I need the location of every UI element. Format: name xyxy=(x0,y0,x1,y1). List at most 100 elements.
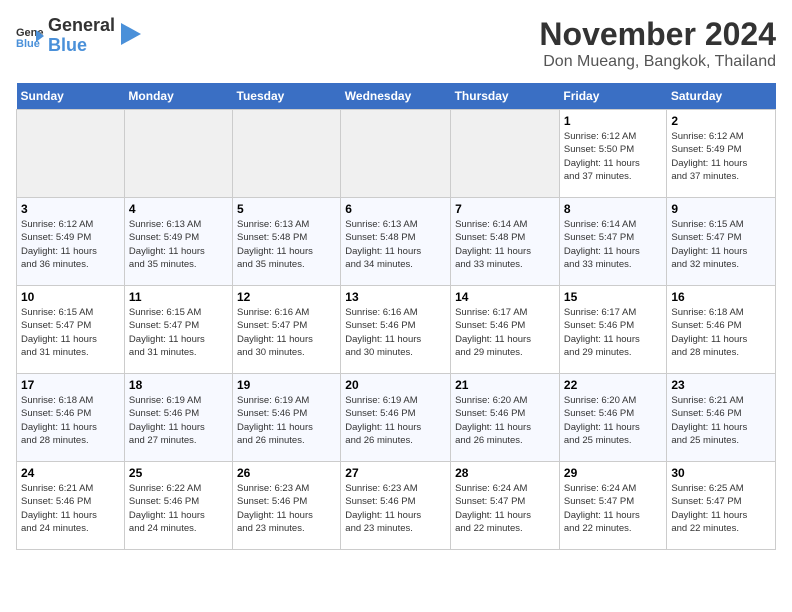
day-number: 19 xyxy=(237,378,336,392)
day-number: 20 xyxy=(345,378,446,392)
weekday-header-friday: Friday xyxy=(559,83,666,110)
calendar-cell xyxy=(17,110,125,198)
day-info: Sunrise: 6:15 AM Sunset: 5:47 PM Dayligh… xyxy=(129,306,228,359)
calendar-week-4: 17 Sunrise: 6:18 AM Sunset: 5:46 PM Dayli… xyxy=(17,374,776,462)
weekday-header-tuesday: Tuesday xyxy=(233,83,341,110)
day-number: 6 xyxy=(345,202,446,216)
calendar-cell: 20 Sunrise: 6:19 AM Sunset: 5:46 PM Dayli… xyxy=(341,374,451,462)
calendar-week-3: 10Sunrise: 6:15 AM Sunset: 5:47 PM Dayli… xyxy=(17,286,776,374)
calendar-week-1: 1 Sunrise: 6:12 AM Sunset: 5:50 PM Daylig… xyxy=(17,110,776,198)
day-info: Sunrise: 6:24 AM Sunset: 5:47 PM Dayligh… xyxy=(564,482,662,535)
day-info: Sunrise: 6:23 AM Sunset: 5:46 PM Dayligh… xyxy=(345,482,446,535)
day-info: Sunrise: 6:15 AM Sunset: 5:47 PM Dayligh… xyxy=(21,306,120,359)
day-info: Sunrise: 6:12 AM Sunset: 5:49 PM Dayligh… xyxy=(21,218,120,271)
day-number: 17 xyxy=(21,378,120,392)
calendar-cell: 14 Sunrise: 6:17 AM Sunset: 5:46 PM Dayli… xyxy=(451,286,560,374)
day-info: Sunrise: 6:20 AM Sunset: 5:46 PM Dayligh… xyxy=(455,394,555,447)
day-number: 8 xyxy=(564,202,662,216)
calendar-cell: 17 Sunrise: 6:18 AM Sunset: 5:46 PM Dayli… xyxy=(17,374,125,462)
logo: General Blue General Blue xyxy=(16,16,141,56)
day-number: 18 xyxy=(129,378,228,392)
day-number: 22 xyxy=(564,378,662,392)
calendar-cell: 15 Sunrise: 6:17 AM Sunset: 5:46 PM Dayli… xyxy=(559,286,666,374)
day-info: Sunrise: 6:19 AM Sunset: 5:46 PM Dayligh… xyxy=(237,394,336,447)
day-info: Sunrise: 6:20 AM Sunset: 5:46 PM Dayligh… xyxy=(564,394,662,447)
day-info: Sunrise: 6:24 AM Sunset: 5:47 PM Dayligh… xyxy=(455,482,555,535)
day-number: 14 xyxy=(455,290,555,304)
weekday-header-saturday: Saturday xyxy=(667,83,776,110)
day-info: Sunrise: 6:17 AM Sunset: 5:46 PM Dayligh… xyxy=(455,306,555,359)
day-info: Sunrise: 6:22 AM Sunset: 5:46 PM Dayligh… xyxy=(129,482,228,535)
logo-blue: Blue xyxy=(48,36,115,56)
day-info: Sunrise: 6:13 AM Sunset: 5:48 PM Dayligh… xyxy=(237,218,336,271)
weekday-header-thursday: Thursday xyxy=(451,83,560,110)
day-info: Sunrise: 6:19 AM Sunset: 5:46 PM Dayligh… xyxy=(129,394,228,447)
day-number: 11 xyxy=(129,290,228,304)
calendar-cell: 16 Sunrise: 6:18 AM Sunset: 5:46 PM Dayli… xyxy=(667,286,776,374)
day-info: Sunrise: 6:19 AM Sunset: 5:46 PM Dayligh… xyxy=(345,394,446,447)
day-info: Sunrise: 6:12 AM Sunset: 5:50 PM Dayligh… xyxy=(564,130,662,183)
calendar-cell: 6 Sunrise: 6:13 AM Sunset: 5:48 PM Daylig… xyxy=(341,198,451,286)
calendar-cell: 27Sunrise: 6:23 AM Sunset: 5:46 PM Dayli… xyxy=(341,462,451,550)
day-info: Sunrise: 6:21 AM Sunset: 5:46 PM Dayligh… xyxy=(21,482,120,535)
day-info: Sunrise: 6:21 AM Sunset: 5:46 PM Dayligh… xyxy=(671,394,771,447)
logo-general: General xyxy=(48,16,115,36)
weekday-header-row: SundayMondayTuesdayWednesdayThursdayFrid… xyxy=(17,83,776,110)
calendar-cell: 2 Sunrise: 6:12 AM Sunset: 5:49 PM Daylig… xyxy=(667,110,776,198)
calendar-cell: 1 Sunrise: 6:12 AM Sunset: 5:50 PM Daylig… xyxy=(559,110,666,198)
day-info: Sunrise: 6:18 AM Sunset: 5:46 PM Dayligh… xyxy=(21,394,120,447)
day-number: 1 xyxy=(564,114,662,128)
calendar-cell: 12Sunrise: 6:16 AM Sunset: 5:47 PM Dayli… xyxy=(233,286,341,374)
calendar-cell: 21 Sunrise: 6:20 AM Sunset: 5:46 PM Dayli… xyxy=(451,374,560,462)
calendar-cell xyxy=(124,110,232,198)
calendar-cell: 22 Sunrise: 6:20 AM Sunset: 5:46 PM Dayli… xyxy=(559,374,666,462)
day-number: 4 xyxy=(129,202,228,216)
day-number: 28 xyxy=(455,466,555,480)
day-info: Sunrise: 6:23 AM Sunset: 5:46 PM Dayligh… xyxy=(237,482,336,535)
calendar-cell: 3Sunrise: 6:12 AM Sunset: 5:49 PM Daylig… xyxy=(17,198,125,286)
day-info: Sunrise: 6:14 AM Sunset: 5:48 PM Dayligh… xyxy=(455,218,555,271)
day-info: Sunrise: 6:14 AM Sunset: 5:47 PM Dayligh… xyxy=(564,218,662,271)
day-number: 15 xyxy=(564,290,662,304)
weekday-header-sunday: Sunday xyxy=(17,83,125,110)
day-number: 9 xyxy=(671,202,771,216)
day-info: Sunrise: 6:16 AM Sunset: 5:46 PM Dayligh… xyxy=(345,306,446,359)
calendar-cell: 4Sunrise: 6:13 AM Sunset: 5:49 PM Daylig… xyxy=(124,198,232,286)
weekday-header-wednesday: Wednesday xyxy=(341,83,451,110)
day-info: Sunrise: 6:12 AM Sunset: 5:49 PM Dayligh… xyxy=(671,130,771,183)
day-number: 26 xyxy=(237,466,336,480)
svg-text:Blue: Blue xyxy=(16,38,40,50)
calendar-cell: 30Sunrise: 6:25 AM Sunset: 5:47 PM Dayli… xyxy=(667,462,776,550)
calendar-cell: 8 Sunrise: 6:14 AM Sunset: 5:47 PM Daylig… xyxy=(559,198,666,286)
calendar-cell: 19 Sunrise: 6:19 AM Sunset: 5:46 PM Dayli… xyxy=(233,374,341,462)
weekday-header-monday: Monday xyxy=(124,83,232,110)
day-info: Sunrise: 6:13 AM Sunset: 5:48 PM Dayligh… xyxy=(345,218,446,271)
day-number: 29 xyxy=(564,466,662,480)
day-number: 21 xyxy=(455,378,555,392)
location-title: Don Mueang, Bangkok, Thailand xyxy=(539,53,776,71)
calendar-cell: 23 Sunrise: 6:21 AM Sunset: 5:46 PM Dayli… xyxy=(667,374,776,462)
calendar-cell: 10Sunrise: 6:15 AM Sunset: 5:47 PM Dayli… xyxy=(17,286,125,374)
day-number: 24 xyxy=(21,466,120,480)
day-info: Sunrise: 6:17 AM Sunset: 5:46 PM Dayligh… xyxy=(564,306,662,359)
day-number: 23 xyxy=(671,378,771,392)
calendar-cell: 25 Sunrise: 6:22 AM Sunset: 5:46 PM Dayli… xyxy=(124,462,232,550)
day-number: 16 xyxy=(671,290,771,304)
day-info: Sunrise: 6:16 AM Sunset: 5:47 PM Dayligh… xyxy=(237,306,336,359)
calendar-cell: 29 Sunrise: 6:24 AM Sunset: 5:47 PM Dayli… xyxy=(559,462,666,550)
calendar-cell: 11 Sunrise: 6:15 AM Sunset: 5:47 PM Dayli… xyxy=(124,286,232,374)
day-info: Sunrise: 6:15 AM Sunset: 5:47 PM Dayligh… xyxy=(671,218,771,271)
calendar-cell: 9 Sunrise: 6:15 AM Sunset: 5:47 PM Daylig… xyxy=(667,198,776,286)
calendar-cell xyxy=(341,110,451,198)
calendar-table: SundayMondayTuesdayWednesdayThursdayFrid… xyxy=(16,83,776,550)
calendar-cell xyxy=(233,110,341,198)
calendar-cell: 28 Sunrise: 6:24 AM Sunset: 5:47 PM Dayli… xyxy=(451,462,560,550)
day-number: 25 xyxy=(129,466,228,480)
day-number: 2 xyxy=(671,114,771,128)
day-number: 7 xyxy=(455,202,555,216)
calendar-cell: 5Sunrise: 6:13 AM Sunset: 5:48 PM Daylig… xyxy=(233,198,341,286)
calendar-cell: 24 Sunrise: 6:21 AM Sunset: 5:46 PM Dayli… xyxy=(17,462,125,550)
header: General Blue General Blue November 2024 … xyxy=(16,16,776,71)
day-info: Sunrise: 6:18 AM Sunset: 5:46 PM Dayligh… xyxy=(671,306,771,359)
title-area: November 2024 Don Mueang, Bangkok, Thail… xyxy=(539,16,776,71)
